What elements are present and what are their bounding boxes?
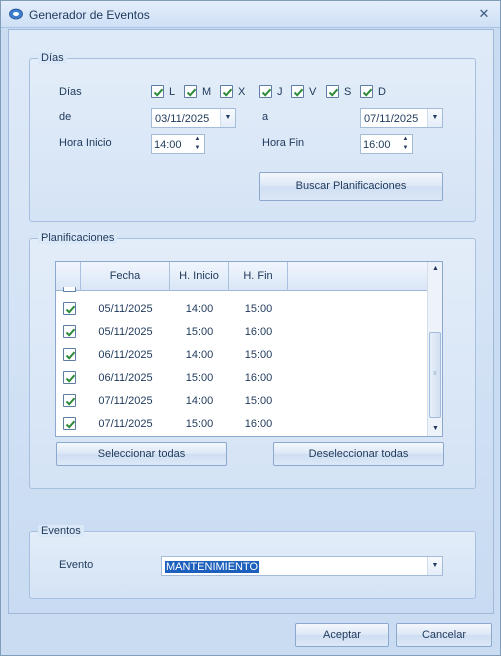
table-row[interactable]: 05/11/2025 14:00 15:00 [56, 298, 428, 321]
to-date-value: 07/11/2025 [364, 113, 419, 125]
cell-inicio: 14:00 [185, 303, 214, 315]
event-label: Evento [59, 559, 94, 571]
main-window: Generador de Eventos ✕ Días Días LMXJVSD… [0, 0, 501, 656]
accept-button[interactable]: Aceptar [295, 623, 389, 647]
select-all-button[interactable]: Seleccionar todas [56, 442, 227, 466]
row-checkbox[interactable] [63, 417, 76, 430]
start-time-label: Hora Inicio [59, 137, 112, 149]
table-row[interactable]: 07/11/2025 15:00 16:00 [56, 413, 428, 436]
cell-inicio: 15:00 [185, 418, 214, 430]
start-time-spinner[interactable]: 14:00 ▲ ▼ [151, 134, 205, 154]
partial-row-checkbox[interactable] [63, 287, 76, 292]
event-select-value: MANTENIMIENTO [165, 561, 260, 573]
day-checkbox-x[interactable] [220, 85, 233, 98]
close-button[interactable]: ✕ [476, 6, 492, 22]
row-checkbox[interactable] [63, 371, 76, 384]
start-time-value: 14:00 [154, 139, 182, 151]
scroll-down-icon[interactable]: ▼ [428, 422, 442, 436]
cell-fecha: 06/11/2025 [98, 372, 153, 384]
eventos-group-title: Eventos [38, 525, 84, 537]
cell-fin: 16:00 [244, 372, 273, 384]
cell-fecha: 05/11/2025 [98, 326, 153, 338]
title-bar: Generador de Eventos ✕ [1, 1, 500, 28]
spin-up-icon[interactable]: ▲ [399, 135, 412, 144]
row-checkbox[interactable] [63, 348, 76, 361]
cell-fin: 16:00 [244, 418, 273, 430]
day-checkbox-v[interactable] [291, 85, 304, 98]
day-checkbox-m[interactable] [184, 85, 197, 98]
dias-group-title: Días [38, 52, 67, 64]
window-title: Generador de Eventos [29, 8, 150, 22]
chevron-down-icon[interactable]: ▼ [220, 109, 235, 127]
spin-down-icon[interactable]: ▼ [191, 144, 204, 153]
day-checkbox-label: M [202, 86, 212, 98]
days-label: Días [59, 86, 82, 98]
day-checkbox-label: V [309, 86, 317, 98]
cell-fecha: 06/11/2025 [98, 349, 153, 361]
cell-fecha: 07/11/2025 [98, 395, 153, 407]
cell-fecha: 05/11/2025 [98, 303, 153, 315]
chevron-down-icon[interactable]: ▼ [427, 557, 442, 575]
day-checkbox-l[interactable] [151, 85, 164, 98]
end-time-label: Hora Fin [262, 137, 305, 149]
cell-inicio: 14:00 [185, 395, 214, 407]
chevron-down-icon[interactable]: ▼ [427, 109, 442, 127]
event-select[interactable]: MANTENIMIENTO ▼ [161, 556, 443, 576]
day-checkbox-label: D [378, 86, 386, 98]
row-checkbox[interactable] [63, 302, 76, 315]
grid-header: Fecha H. Inicio H. Fin [56, 262, 428, 291]
day-checkbox-label: S [344, 86, 352, 98]
day-checkbox-label: L [169, 86, 176, 98]
planificaciones-group-title: Planificaciones [38, 232, 118, 244]
day-checkbox-s[interactable] [326, 85, 339, 98]
search-schedules-button[interactable]: Buscar Planificaciones [259, 172, 443, 201]
row-checkbox[interactable] [63, 394, 76, 407]
cell-fin: 15:00 [244, 395, 273, 407]
scroll-thumb[interactable]: ≡ [429, 332, 441, 418]
scroll-up-icon[interactable]: ▲ [428, 262, 442, 276]
cell-fin: 16:00 [244, 326, 273, 338]
column-header-inicio[interactable]: H. Inicio [170, 262, 229, 291]
day-checkbox-label: X [238, 86, 246, 98]
spin-down-icon[interactable]: ▼ [399, 144, 412, 153]
day-checkbox-d[interactable] [360, 85, 373, 98]
cell-inicio: 15:00 [185, 326, 214, 338]
deselect-all-button[interactable]: Deseleccionar todas [273, 442, 444, 466]
cell-inicio: 15:00 [185, 372, 214, 384]
row-checkbox[interactable] [63, 325, 76, 338]
grip-icon: ≡ [433, 371, 437, 377]
from-date-value: 03/11/2025 [155, 113, 210, 125]
cell-fin: 15:00 [244, 303, 273, 315]
table-row[interactable]: 06/11/2025 14:00 15:00 [56, 344, 428, 367]
cell-inicio: 14:00 [185, 349, 214, 361]
to-label: a [262, 111, 269, 123]
spin-up-icon[interactable]: ▲ [191, 135, 204, 144]
client-area: Días Días L M X J V S D de 03/11/2025 ▼ a 07/1… [8, 29, 494, 614]
end-time-spinner[interactable]: 16:00 ▲ ▼ [360, 134, 413, 154]
cancel-button[interactable]: Cancelar [396, 623, 492, 647]
table-row[interactable]: 07/11/2025 14:00 15:00 [56, 390, 428, 413]
column-header-fin[interactable]: H. Fin [229, 262, 288, 291]
to-date-picker[interactable]: 07/11/2025 ▼ [360, 108, 443, 128]
cell-fecha: 07/11/2025 [98, 418, 153, 430]
cell-fin: 15:00 [244, 349, 273, 361]
table-row[interactable]: 05/11/2025 15:00 16:00 [56, 321, 428, 344]
day-checkbox-j[interactable] [259, 85, 272, 98]
end-time-value: 16:00 [363, 139, 391, 151]
from-date-picker[interactable]: 03/11/2025 ▼ [151, 108, 236, 128]
table-row[interactable]: 06/11/2025 15:00 16:00 [56, 367, 428, 390]
from-label: de [59, 111, 72, 123]
grid-scrollbar[interactable]: ▲ ≡ ▼ [427, 262, 442, 436]
app-icon [9, 8, 23, 20]
column-header-fecha[interactable]: Fecha [81, 262, 170, 291]
schedules-grid: Fecha H. Inicio H. Fin 05/11/2025 14:00 15… [55, 261, 443, 437]
day-checkbox-label: J [277, 86, 283, 98]
